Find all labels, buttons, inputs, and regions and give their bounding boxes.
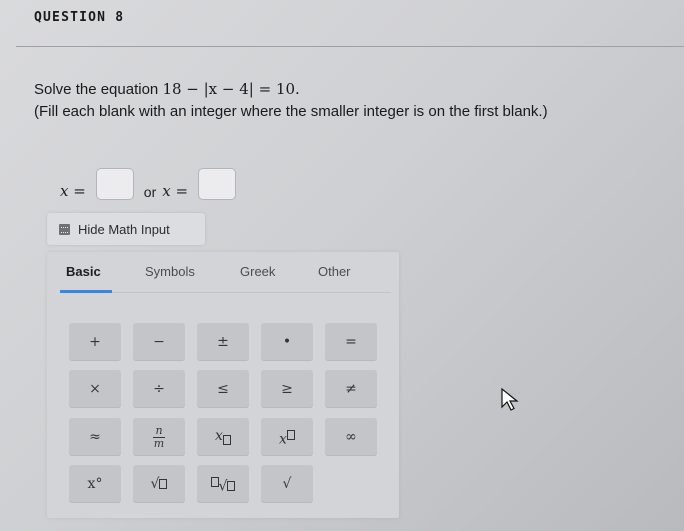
square-root-icon: √ [151, 476, 168, 492]
key-plus[interactable]: + [69, 323, 121, 361]
answer-blank-1[interactable] [95, 168, 134, 200]
key-degree[interactable]: x° [69, 465, 121, 503]
key-superscript[interactable]: x [261, 418, 313, 456]
key-minus[interactable]: − [133, 323, 185, 361]
key-divide[interactable]: ÷ [133, 370, 185, 408]
key-nth-root[interactable]: √ [197, 465, 249, 503]
header-divider [16, 46, 684, 47]
instruction-text: (Fill each blank with an integer where t… [34, 103, 548, 120]
tab-greek[interactable]: Greek [240, 264, 275, 279]
key-dot[interactable]: • [261, 323, 313, 361]
answer-label-2: x = [162, 182, 189, 200]
key-subscript[interactable]: x [197, 418, 249, 456]
key-equals[interactable]: = [325, 323, 377, 361]
answer-label-1: x = [60, 182, 86, 200]
or-label: or [143, 184, 157, 200]
hide-math-input-label: Hide Math Input [78, 221, 170, 237]
prompt-text: Solve the equation [34, 81, 163, 98]
tab-basic[interactable]: Basic [66, 264, 101, 279]
key-approx[interactable]: ≈ [69, 418, 121, 456]
superscript-icon: x [279, 427, 295, 447]
key-less-equal[interactable]: ≤ [197, 370, 249, 408]
key-greater-equal[interactable]: ≥ [261, 370, 313, 408]
question-prompt: Solve the equation 18 − |x − 4| = 10. [34, 80, 300, 98]
hide-math-input-button[interactable]: Hide Math Input [47, 213, 205, 245]
fraction-icon: nm [153, 423, 165, 450]
key-not-equal[interactable]: ≠ [325, 370, 377, 408]
key-times[interactable]: × [69, 370, 121, 408]
tab-other[interactable]: Other [318, 264, 351, 279]
nth-root-icon: √ [210, 474, 236, 494]
question-header: QUESTION 8 [34, 10, 125, 25]
key-square-root[interactable]: √ [133, 465, 185, 503]
keyboard-icon [59, 223, 70, 235]
math-input-palette: Basic Symbols Greek Other + − ± • = × ÷ … [47, 252, 399, 518]
key-fraction[interactable]: nm [133, 418, 185, 456]
equation: 18 − |x − 4| = 10. [162, 80, 300, 98]
active-tab-indicator [60, 290, 112, 293]
answer-row: x = or x = [60, 168, 240, 200]
key-plus-minus[interactable]: ± [197, 323, 249, 361]
key-infinity[interactable]: ∞ [325, 418, 377, 456]
subscript-icon: x [215, 428, 231, 447]
answer-blank-2[interactable] [198, 168, 237, 200]
tab-symbols[interactable]: Symbols [145, 264, 195, 279]
key-radical[interactable]: √ [261, 465, 313, 503]
